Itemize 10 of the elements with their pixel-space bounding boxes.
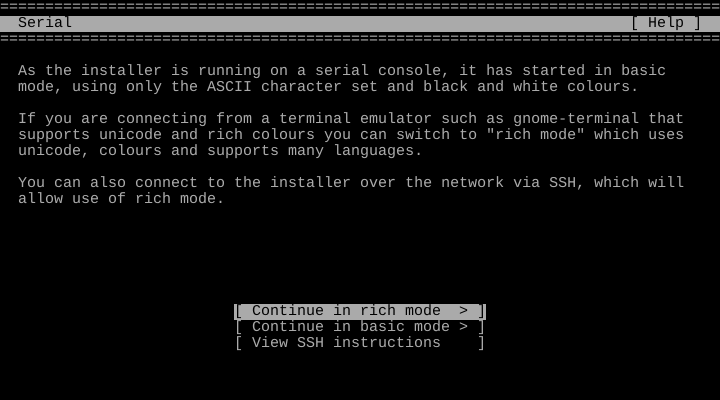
menu-button[interactable]: [ View SSH instructions ] [234,336,486,352]
body-paragraph: You can also connect to the installer over the network via SSH, which will allow use of rich mode. [18,176,686,208]
menu-button[interactable]: [ Continue in rich mode > ] [234,304,486,320]
screen-title: Serial [18,16,72,32]
body-paragraph: As the installer is running on a serial console, it has started in basic mode, using only the ASCII character set and black and white colours. [18,64,668,96]
rule-line: ================================================================================ [0,32,720,48]
rule-line: ================================================================================ [0,0,720,16]
help-button[interactable]: [ Help ] [630,16,702,32]
menu-button[interactable]: [ Continue in basic mode > ] [234,320,486,336]
body-paragraph: If you are connecting from a terminal emulator such as gnome-terminal that supports unicode and rich colours you can switch to "rich mode" which uses unicode, colours and supports many languages. [18,112,686,160]
